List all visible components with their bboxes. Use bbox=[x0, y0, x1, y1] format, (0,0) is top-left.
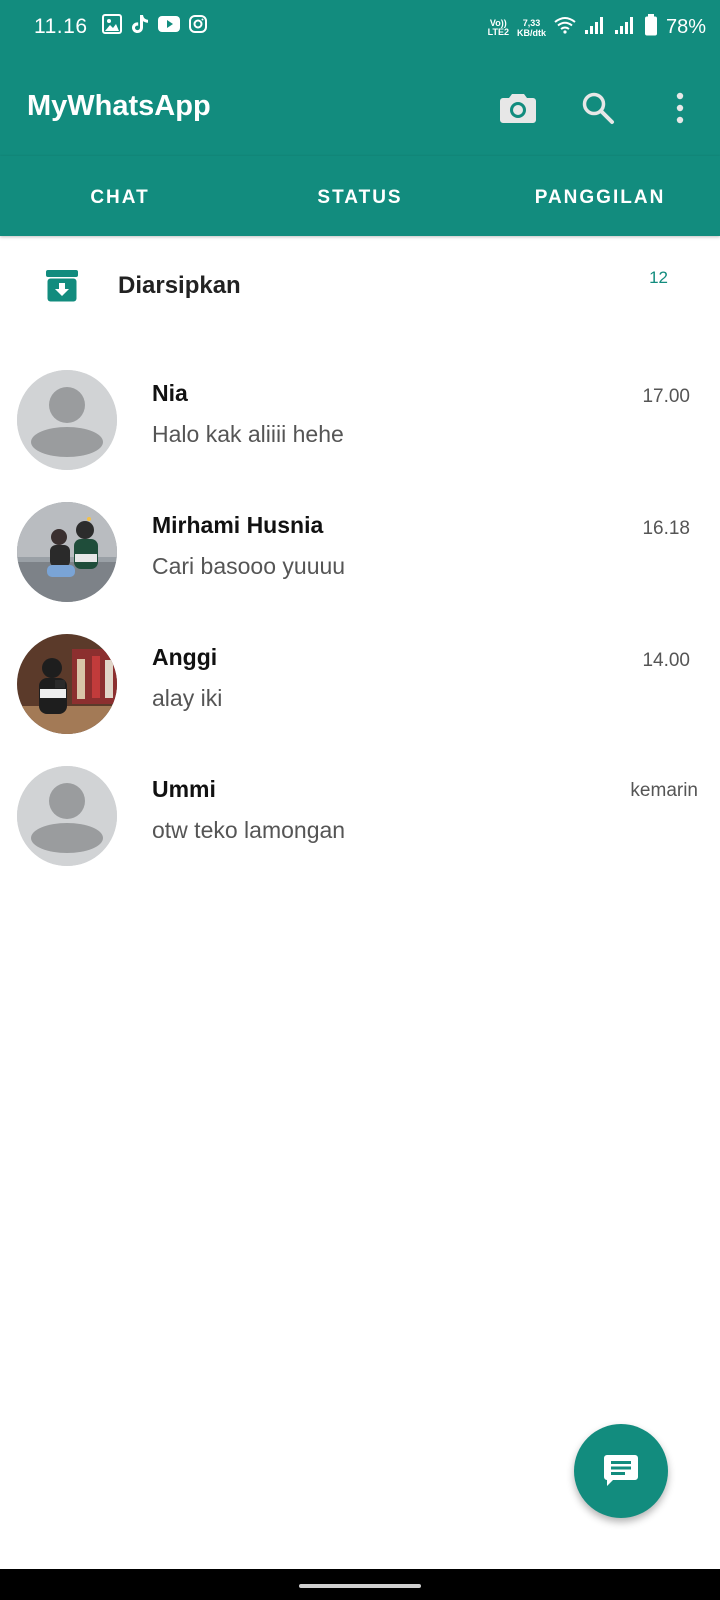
signal-icon-2 bbox=[614, 15, 636, 40]
default-avatar-icon bbox=[17, 370, 117, 470]
chat-name: Mirhami Husnia bbox=[152, 512, 324, 538]
new-chat-icon bbox=[604, 1455, 638, 1486]
system-nav-bar bbox=[0, 1569, 720, 1600]
avatar[interactable] bbox=[17, 502, 117, 602]
tiktok-icon bbox=[131, 14, 149, 34]
search-icon[interactable] bbox=[576, 86, 620, 130]
chat-item[interactable]: Nia Halo kak aliiii hehe 17.00 bbox=[0, 364, 720, 498]
profile-photo bbox=[17, 502, 117, 602]
more-vert-icon[interactable] bbox=[658, 86, 702, 130]
profile-photo bbox=[17, 634, 117, 734]
battery-level: 78% bbox=[665, 16, 706, 38]
app-bar: MyWhatsApp bbox=[0, 56, 720, 156]
instagram-icon bbox=[189, 15, 207, 33]
volte-indicator: Vo)) LTE2 bbox=[487, 17, 509, 37]
avatar[interactable] bbox=[17, 634, 117, 734]
chat-last-message: Cari basooo yuuuu bbox=[152, 553, 346, 579]
chat-last-message: alay iki bbox=[152, 685, 223, 711]
chat-time: kemarin bbox=[630, 780, 698, 801]
chat-item[interactable]: Anggi alay iki 14.00 bbox=[0, 628, 720, 762]
camera-icon[interactable] bbox=[496, 86, 540, 130]
archived-row[interactable]: Diarsipkan 12 bbox=[0, 236, 720, 344]
tab-calls[interactable]: PANGGILAN bbox=[480, 156, 720, 236]
app-title: MyWhatsApp bbox=[27, 90, 211, 122]
chat-item[interactable]: Mirhami Husnia Cari basooo yuuuu 16.18 bbox=[0, 496, 720, 630]
chat-name: Nia bbox=[152, 380, 188, 406]
avatar[interactable] bbox=[17, 766, 117, 866]
wifi-icon bbox=[554, 16, 576, 39]
status-time: 11.16 bbox=[34, 15, 88, 38]
archive-icon bbox=[46, 270, 78, 307]
default-avatar-icon bbox=[17, 766, 117, 866]
tab-status[interactable]: STATUS bbox=[240, 156, 480, 236]
status-bar: 11.16 Vo)) LTE2 7,33 KB/dtk 78% bbox=[0, 0, 720, 56]
youtube-icon bbox=[158, 16, 180, 32]
avatar[interactable] bbox=[17, 370, 117, 470]
home-gesture-bar[interactable] bbox=[299, 1584, 421, 1588]
chat-last-message: Halo kak aliiii hehe bbox=[152, 421, 344, 447]
gallery-icon bbox=[102, 14, 122, 34]
battery-icon bbox=[644, 14, 658, 41]
signal-icon bbox=[584, 15, 606, 40]
tab-bar: CHAT STATUS PANGGILAN bbox=[0, 156, 720, 236]
network-speed: 7,33 KB/dtk bbox=[516, 17, 546, 38]
tab-chat[interactable]: CHAT bbox=[0, 156, 240, 236]
chat-item[interactable]: Ummi otw teko lamongan kemarin bbox=[0, 760, 720, 894]
chat-time: 14.00 bbox=[642, 650, 690, 671]
new-chat-button[interactable] bbox=[574, 1424, 668, 1518]
chat-time: 16.18 bbox=[642, 518, 690, 539]
status-app-icons bbox=[102, 14, 207, 34]
chat-name: Anggi bbox=[152, 644, 218, 670]
chat-time: 17.00 bbox=[642, 386, 690, 407]
archived-label: Diarsipkan bbox=[118, 272, 241, 299]
chat-last-message: otw teko lamongan bbox=[152, 817, 346, 843]
chat-name: Ummi bbox=[152, 776, 216, 802]
archived-count: 12 bbox=[649, 268, 668, 287]
status-indicators: Vo)) LTE2 7,33 KB/dtk 78% bbox=[488, 14, 706, 41]
